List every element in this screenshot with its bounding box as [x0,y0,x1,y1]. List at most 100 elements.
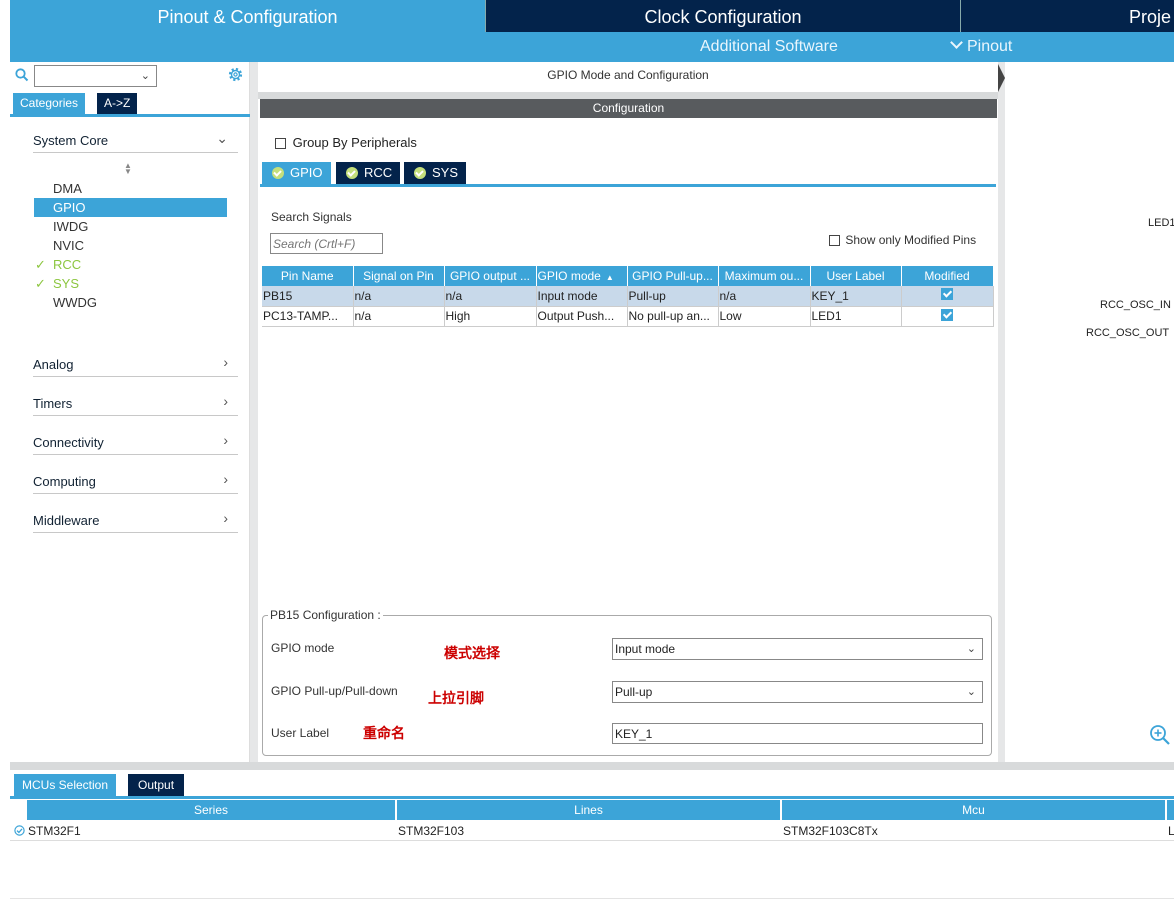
check-circle-icon [346,167,358,179]
tab-categories[interactable]: Categories [13,93,86,114]
cell-user-label: LED1 [810,306,902,327]
tab-sys[interactable]: SYS [404,162,467,184]
check-icon: ✓ [35,276,46,291]
chevron-right-icon: › [223,393,228,409]
cell-output: High [444,306,537,327]
collapse-arrow-icon[interactable] [998,64,1005,92]
cell-mcu: STM32F103C8Tx [783,824,878,838]
cell-modified [901,306,994,327]
gpio-pull-select[interactable]: Pull-up ⌄ [612,681,983,703]
pinout-menu[interactable]: Pinout [950,32,1012,62]
user-label-input[interactable]: KEY_1 [612,723,983,744]
core-item-rcc[interactable]: ✓ RCC [34,255,227,274]
check-circle-icon [14,825,25,836]
tab-underline [10,114,250,117]
pin-label-led1[interactable]: LED1 [1148,217,1174,229]
search-icon[interactable] [15,68,29,82]
category-computing[interactable]: Computing › [33,469,238,494]
pinout-view[interactable]: LED1 RCC_OSC_IN RCC_OSC_OUT [1005,62,1174,762]
tab-a-to-z[interactable]: A->Z [97,93,138,114]
category-system-core[interactable]: System Core ⌄ [33,128,238,153]
tab-rcc[interactable]: RCC [336,162,401,184]
table-header-row: Pin Name Signal on Pin GPIO output ... G… [262,266,994,286]
zoom-in-icon[interactable] [1149,724,1171,746]
cell-user-label: KEY_1 [810,286,902,307]
search-dropdown[interactable]: ⌄ [34,65,157,87]
cell-signal: n/a [353,306,445,327]
cell-pin: PB15 [262,286,354,307]
select-value: Pull-up [615,685,653,699]
col-modified[interactable]: Modified [901,266,994,286]
core-item-dma[interactable]: DMA [34,179,227,198]
cell-pin: PC13-TAMP... [262,306,354,327]
pin-label-rcc-osc-out[interactable]: RCC_OSC_OUT [1086,327,1169,339]
show-modified-checkbox[interactable] [829,235,840,247]
col-mcu[interactable]: Mcu [782,800,1167,820]
show-modified-option[interactable]: Show only Modified Pins [829,233,976,247]
cell-max-output: n/a [718,286,811,307]
chevron-right-icon: › [223,471,228,487]
col-gpio-output[interactable]: GPIO output ... [444,266,537,286]
select-value: Input mode [615,642,676,656]
modified-checkbox[interactable] [941,308,953,321]
cell-mode: Output Push... [536,306,628,327]
gpio-config-panel: GPIO Mode and Configuration Configuratio… [258,62,998,762]
group-by-peripherals-option[interactable]: Group By Peripherals [275,135,417,150]
mcu-row[interactable] [10,821,1174,841]
bottom-panel: MCUs Selection Output Series Lines Mcu S… [10,770,1174,909]
core-item-wwdg[interactable]: WWDG [34,293,227,312]
tab-output[interactable]: Output [128,774,185,796]
cell-pull: Pull-up [627,286,719,307]
cell-series: STM32F1 [28,824,81,838]
splitter-left[interactable] [250,62,258,762]
tab-clock-configuration[interactable]: Clock Configuration [485,0,960,32]
cell-mode: Input mode [536,286,628,307]
col-lines[interactable]: Lines [397,800,782,820]
gpio-mode-label: GPIO mode [271,641,335,655]
category-connectivity[interactable]: Connectivity › [33,430,238,455]
col-signal-on-pin[interactable]: Signal on Pin [353,266,445,286]
col-maximum-output[interactable]: Maximum ou... [718,266,811,286]
core-item-gpio[interactable]: GPIO [34,198,227,217]
tab-project-manager[interactable]: Proje [960,0,1174,32]
tab-pinout-configuration[interactable]: Pinout & Configuration [10,0,485,32]
sort-arrows-icon[interactable]: ▲ ▼ [124,162,132,176]
check-icon: ✓ [35,257,46,272]
category-middleware[interactable]: Middleware › [33,508,238,533]
category-label: Middleware [33,513,100,528]
col-pin-name[interactable]: Pin Name [262,266,354,286]
table-row[interactable]: PC13-TAMP... n/a High Output Push... No … [262,306,994,327]
splitter-right[interactable] [998,62,1005,762]
tab-gpio[interactable]: GPIO [262,162,331,184]
tab-label: SYS [432,165,459,180]
sort-up-icon: ▲ [605,273,614,282]
gear-icon[interactable] [227,66,244,83]
col-user-label[interactable]: User Label [810,266,902,286]
col-more[interactable] [1167,800,1174,820]
group-by-checkbox[interactable] [275,138,286,150]
core-item-sys[interactable]: ✓ SYS [34,274,227,293]
col-series[interactable]: Series [27,800,397,820]
core-item-label: RCC [53,257,82,272]
category-label: System Core [33,133,109,148]
cell-signal: n/a [353,286,445,307]
gpio-mode-select[interactable]: Input mode ⌄ [612,638,983,660]
modified-checkbox[interactable] [941,288,953,301]
tab-mcus-selection[interactable]: MCUs Selection [14,774,117,796]
panel-title: GPIO Mode and Configuration [547,68,709,82]
category-timers[interactable]: Timers › [33,391,238,416]
search-signals-input[interactable] [270,233,383,254]
table-row[interactable]: PB15 n/a n/a Input mode Pull-up n/a KEY_… [262,286,994,307]
tab-underline [10,796,1174,799]
bottom-border [10,898,1174,899]
cell-pull: No pull-up an... [627,306,719,327]
chevron-right-icon: › [223,432,228,448]
additional-software-menu[interactable]: Additional Software [700,32,838,62]
category-analog[interactable]: Analog › [33,352,238,377]
core-item-nvic[interactable]: NVIC [34,236,227,255]
splitter-bottom[interactable] [10,762,1174,770]
col-gpio-mode[interactable]: GPIO mode ▲ [536,266,628,286]
col-gpio-pull[interactable]: GPIO Pull-up... [627,266,719,286]
core-item-iwdg[interactable]: IWDG [34,217,227,236]
pin-label-rcc-osc-in[interactable]: RCC_OSC_IN [1100,299,1171,311]
